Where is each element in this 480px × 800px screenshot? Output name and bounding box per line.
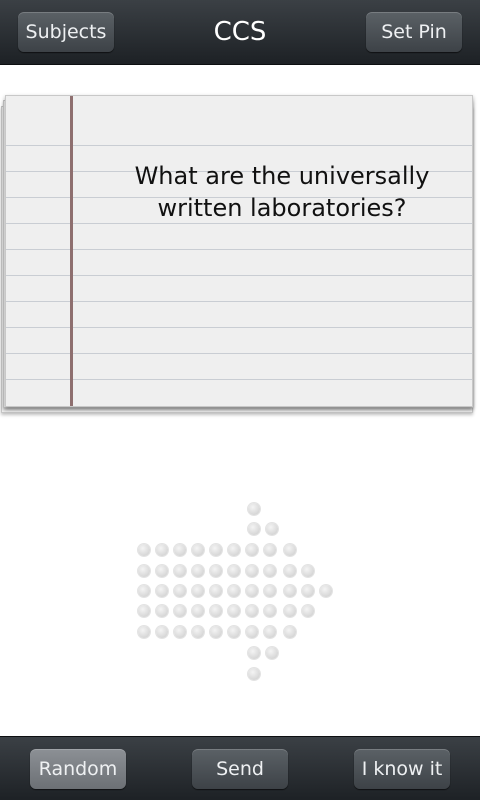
arrow-dot [138, 544, 150, 556]
arrow-dot [192, 544, 204, 556]
arrow-dot [248, 647, 260, 659]
arrow-dot [248, 503, 260, 515]
arrow-dot [138, 605, 150, 617]
arrow-dot [284, 544, 296, 556]
i-know-it-button[interactable]: I know it [354, 749, 450, 789]
arrow-dot [156, 565, 168, 577]
bottom-action-bar: Random Send I know it [0, 736, 480, 800]
arrow-dot [228, 544, 240, 556]
arrow-dot [210, 626, 222, 638]
arrow-dot [284, 605, 296, 617]
arrow-dot [156, 544, 168, 556]
arrow-dot [284, 626, 296, 638]
arrow-dot [246, 544, 258, 556]
arrow-dot [284, 565, 296, 577]
arrow-dot [210, 544, 222, 556]
arrow-dot [228, 585, 240, 597]
arrow-dot [228, 605, 240, 617]
arrow-dot [264, 565, 276, 577]
arrow-dot [246, 626, 258, 638]
arrow-dot [248, 523, 260, 535]
arrow-dot [302, 605, 314, 617]
arrow-dot [320, 585, 332, 597]
arrow-dot [266, 523, 278, 535]
arrow-dot [302, 565, 314, 577]
arrow-dot [138, 626, 150, 638]
arrow-dot [138, 565, 150, 577]
arrow-dot [156, 626, 168, 638]
arrow-dot [174, 626, 186, 638]
random-button[interactable]: Random [30, 749, 126, 789]
arrow-dot [174, 565, 186, 577]
arrow-dot [174, 544, 186, 556]
arrow-dot [210, 605, 222, 617]
flashcard-screen: Subjects CCS Set Pin What are the univer… [0, 0, 480, 800]
arrow-dot [192, 565, 204, 577]
arrow-dot [246, 605, 258, 617]
arrow-dot [192, 585, 204, 597]
arrow-dot [138, 585, 150, 597]
arrow-dot [264, 605, 276, 617]
arrow-dot [156, 605, 168, 617]
arrow-dot [246, 565, 258, 577]
arrow-dot [228, 565, 240, 577]
arrow-dot [302, 585, 314, 597]
arrow-dot [174, 585, 186, 597]
arrow-dot [284, 585, 296, 597]
next-arrow-icon[interactable] [0, 0, 480, 800]
arrow-dot [210, 585, 222, 597]
arrow-dot [246, 585, 258, 597]
arrow-dot [266, 647, 278, 659]
arrow-dot [174, 605, 186, 617]
arrow-dot [264, 626, 276, 638]
arrow-dot [264, 544, 276, 556]
arrow-dot [264, 585, 276, 597]
arrow-dot [210, 565, 222, 577]
send-button[interactable]: Send [192, 749, 288, 789]
arrow-dot [248, 668, 260, 680]
arrow-dot [192, 605, 204, 617]
arrow-dot [192, 626, 204, 638]
arrow-dot [156, 585, 168, 597]
arrow-dot [228, 626, 240, 638]
